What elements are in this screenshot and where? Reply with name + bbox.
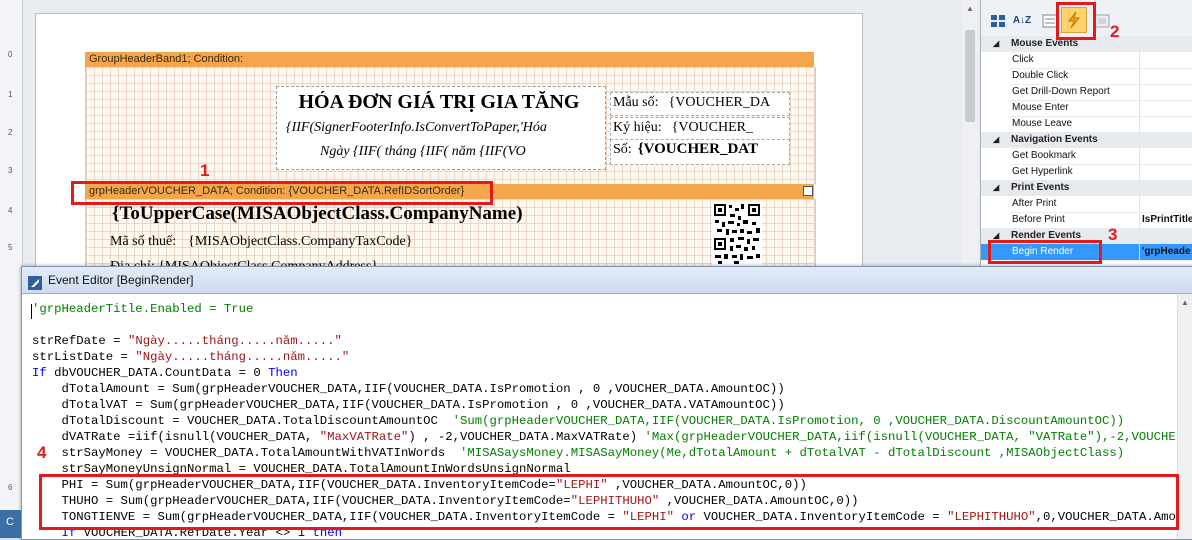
company-name-field[interactable]: {ToUpperCase(MISAObjectClass.CompanyName… [112,203,564,229]
event-get-bookmark[interactable]: Get Bookmark [981,148,1192,165]
qr-code-image[interactable] [712,202,762,266]
tax-code-label: Mã số thuế: [110,234,177,249]
code-line[interactable]: dTotalAmount = Sum(grpHeaderVOUCHER_DATA… [32,381,785,397]
code-token: Then [268,366,298,380]
event-mouse-leave[interactable]: Mouse Leave [981,116,1192,133]
code-token: strRefDate = [32,334,128,348]
code-line[interactable]: dTotalVAT = Sum(grpHeaderVOUCHER_DATA,II… [32,397,785,413]
code-token: dVATRate =iif(isnull(VOUCHER_DATA, [32,430,320,444]
symbol-label: Ký hiệu: [613,120,662,135]
number-field[interactable]: Số: {VOUCHER_DAT [610,139,790,165]
code-token: dTotalDiscount = VOUCHER_DATA.TotalDisco… [32,414,453,428]
code-token: "Ngày.....tháng.....năm....." [127,334,342,348]
code-token: 'grpHeaderTitle.Enabled = True [32,302,254,316]
ruler-mark: 3 [8,166,13,175]
vertical-ruler: 0 1 2 3 4 5 6 [0,0,23,538]
code-token: ) , -2,VOUCHER_DATA.MaxVATRate) [408,430,645,444]
ruler-mark: 2 [8,128,13,137]
ruler-mark: 6 [8,483,13,492]
code-token: strListDate = [32,350,136,364]
ruler-mark: 0 [8,50,13,59]
title-expression[interactable]: {IIF(SignerFooterInfo.IsConvertToPaper,'… [286,120,598,140]
code-token: strSayMoney = VOUCHER_DATA.TotalAmountWi… [32,446,461,460]
symbol-field[interactable]: Ký hiệu: {VOUCHER_ [610,117,790,141]
annotation-box-4 [39,474,1179,530]
annotation-number-2: 2 [1110,22,1120,41]
event-editor-title: Event Editor [BeginRender] [48,273,194,287]
event-mouse-enter[interactable]: Mouse Enter [981,100,1192,117]
code-token: "MaxVATRate" [319,430,409,444]
form-no-label: Mẫu số: [613,95,659,110]
collapse-icon[interactable]: ◢ [993,132,999,148]
symbol-value: {VOUCHER_ [671,120,753,135]
code-line[interactable]: strRefDate = "Ngày.....tháng.....năm....… [32,333,342,349]
code-line[interactable]: strListDate = "Ngày.....tháng.....năm...… [32,349,349,365]
ruler-mark: 5 [8,243,13,252]
code-token: dbVOUCHER_DATA.CountData = 0 [46,366,269,380]
event-get-hyperlink[interactable]: Get Hyperlink [981,164,1192,181]
ruler-mark: 4 [8,206,13,215]
code-line[interactable]: dVATRate =iif(isnull(VOUCHER_DATA, "MaxV… [32,429,1176,445]
code-token: dTotalAmount = Sum(grpHeaderVOUCHER_DATA… [32,382,785,396]
category-print-events[interactable]: ◢ Print Events [981,180,1192,196]
editor-vertical-scrollbar[interactable]: ▲ [1177,294,1192,539]
collapse-icon[interactable]: ◢ [993,36,999,52]
background-window-letter: C [6,516,14,528]
code-line[interactable]: dTotalDiscount = VOUCHER_DATA.TotalDisco… [32,413,1125,429]
invoice-title[interactable]: HÓA ĐƠN GIÁ TRỊ GIA TĂNG [286,91,592,117]
code-token: If [32,366,47,380]
form-no-value: {VOUCHER_DA [668,95,771,110]
form-no-field[interactable]: Mẫu số: {VOUCHER_DA [610,92,790,116]
number-value: {VOUCHER_DAT [637,141,759,157]
code-token: 'Max(grpHeaderVOUCHER_DATA,iif(isnull(VO… [644,430,1177,444]
event-double-click[interactable]: Double Click [981,68,1192,85]
annotation-number-4: 4 [37,443,47,462]
scroll-up-arrow-icon[interactable]: ▲ [965,4,975,14]
annotation-box-1 [71,181,493,205]
code-line[interactable]: strSayMoney = VOUCHER_DATA.TotalAmountWi… [32,445,1125,461]
tax-code-value: {MISAObjectClass.CompanyTaxCode} [188,234,413,249]
band-collapse-icon[interactable] [803,186,813,196]
event-editor-titlebar[interactable]: Event Editor [BeginRender] [22,267,1192,294]
code-token: 'Sum(grpHeaderVOUCHER_DATA,IIF(VOUCHER_D… [452,414,1125,428]
code-token: dTotalVAT = Sum(grpHeaderVOUCHER_DATA,II… [32,398,785,412]
group-header-band[interactable]: GroupHeaderBand1; Condition: [85,52,814,67]
ruler-mark: 1 [8,90,13,99]
number-label: Số: [613,142,632,157]
event-after-print[interactable]: After Print [981,196,1192,213]
date-expression[interactable]: Ngày {IIF( tháng {IIF( năm {IIF(VO [320,144,590,164]
tax-code-field[interactable]: Mã số thuế: {MISAObjectClass.CompanyTaxC… [110,232,564,254]
annotation-box-3 [988,240,1102,264]
designer-scroll-thumb[interactable] [965,30,975,122]
code-token: "Ngày.....tháng.....năm....." [135,350,350,364]
annotation-number-3: 3 [1108,225,1118,244]
category-navigation-events[interactable]: ◢ Navigation Events [981,132,1192,148]
collapse-icon[interactable]: ◢ [993,180,999,196]
categorized-view-icon[interactable] [987,10,1009,32]
event-get-drill-down-report[interactable]: Get Drill-Down Report [981,84,1192,101]
code-line[interactable]: 'grpHeaderTitle.Enabled = True [32,301,253,317]
alphabetical-sort-icon[interactable]: A↓Z [1010,10,1034,32]
background-window-edge: C [0,510,21,538]
code-line[interactable]: If dbVOUCHER_DATA.CountData = 0 Then [32,365,298,381]
event-click[interactable]: Click [981,52,1192,69]
editor-app-icon [28,273,42,290]
event-before-print[interactable]: Before Print IsPrintTitle [981,212,1192,229]
annotation-number-1: 1 [200,161,210,180]
annotation-box-2 [1056,2,1096,40]
code-token: 'MISASaysMoney.MISASayMoney(Me,dTotalAmo… [460,446,1125,460]
scroll-up-arrow-icon[interactable]: ▲ [1181,298,1189,307]
